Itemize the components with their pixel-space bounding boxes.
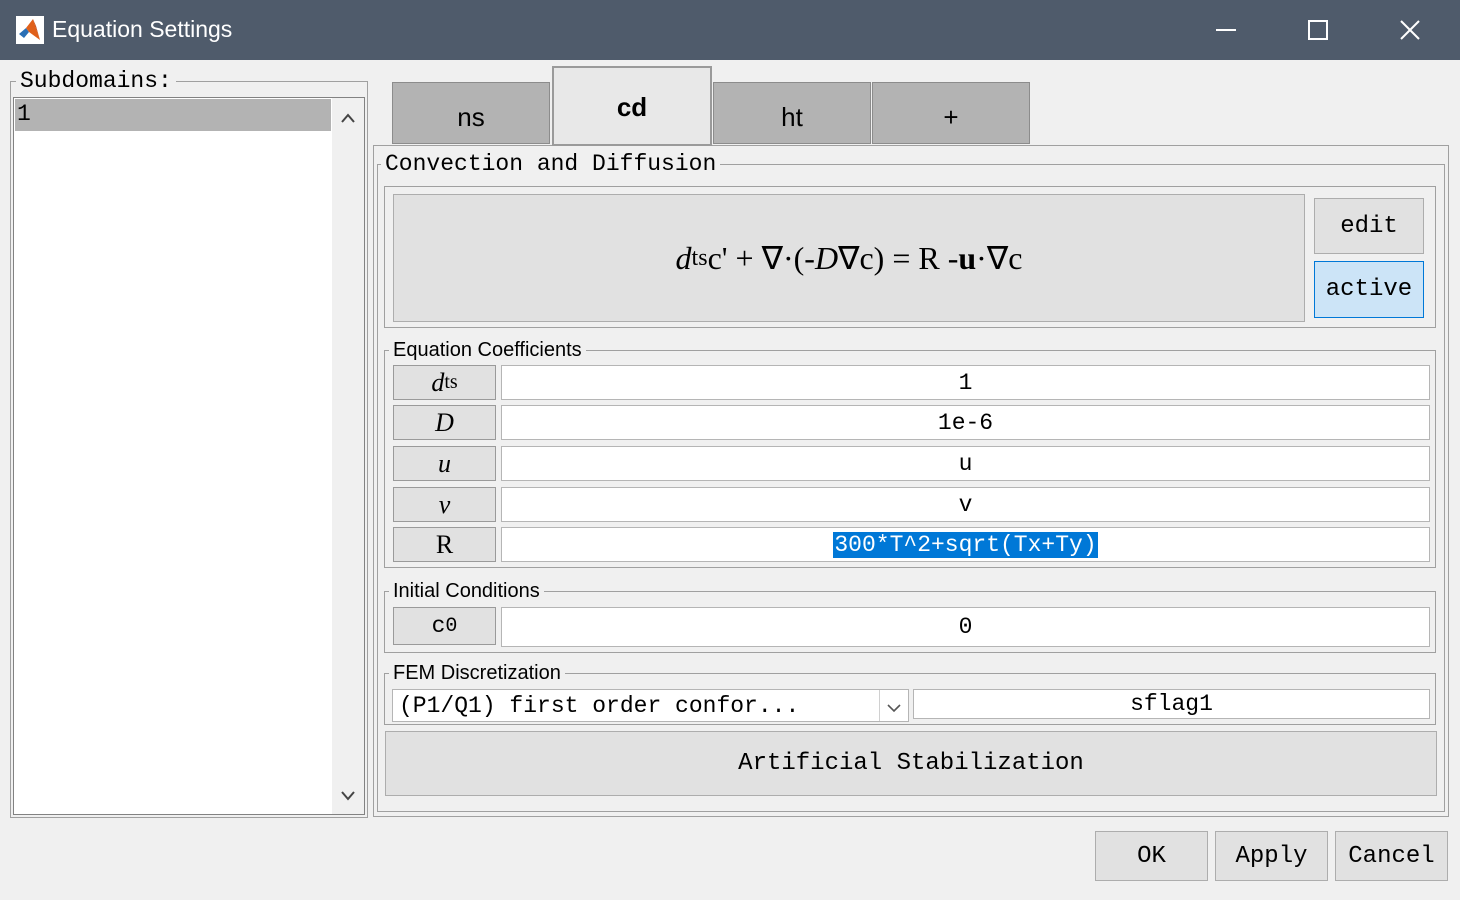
coef-subscript: ts — [444, 371, 458, 393]
coef-value: 1e-6 — [937, 409, 994, 436]
tab-cd[interactable]: cd — [552, 66, 712, 146]
maximize-icon — [1308, 20, 1328, 40]
eq-ts: ts — [691, 244, 708, 271]
stabilization-label: Artificial Stabilization — [738, 750, 1084, 777]
eq-nabla: ∇ — [838, 240, 860, 276]
initial-title: Initial Conditions — [389, 580, 544, 603]
maximize-button[interactable] — [1272, 0, 1364, 60]
initial-value: 0 — [958, 614, 973, 640]
initial-label-c0: c0 — [393, 607, 496, 645]
equation-display: d ts c' + ∇·(- D ∇ c) = R - u ·∇ c — [393, 194, 1305, 322]
fem-select[interactable]: (P1/Q1) first order confor... — [392, 689, 909, 722]
active-label: active — [1325, 276, 1413, 303]
scrollbar[interactable] — [332, 98, 364, 814]
coef-field-v[interactable]: v — [501, 487, 1430, 522]
window-title: Equation Settings — [52, 16, 233, 42]
fem-flag-value: sflag1 — [1130, 691, 1213, 717]
coef-symbol: c — [431, 613, 446, 639]
dropdown-button[interactable] — [879, 690, 908, 721]
subdomains-list[interactable]: 1 — [13, 97, 365, 815]
subdomains-label: Subdomains: — [16, 68, 176, 94]
ok-button[interactable]: OK — [1095, 831, 1208, 881]
coef-label-u: u — [393, 446, 496, 481]
title-bar: Equation Settings — [0, 0, 1460, 60]
panel-title: Convection and Diffusion — [381, 151, 721, 177]
coef-symbol: d — [431, 367, 445, 397]
coef-subscript: 0 — [445, 614, 458, 638]
chevron-down-icon[interactable] — [340, 790, 356, 802]
close-icon — [1400, 20, 1420, 40]
coef-field-D[interactable]: 1e-6 — [501, 405, 1430, 440]
matlab-icon — [16, 16, 44, 44]
minimize-button[interactable] — [1180, 0, 1272, 60]
coef-field-dts[interactable]: 1 — [501, 365, 1430, 400]
eq-part2: c) = R - — [859, 239, 959, 276]
coef-value: 1 — [958, 369, 973, 396]
tab-label: + — [943, 101, 959, 132]
coef-field-R[interactable]: 300*T^2+sqrt(Tx+Ty) — [501, 527, 1430, 562]
coef-symbol: u — [438, 448, 451, 478]
coef-value-selected: 300*T^2+sqrt(Tx+Ty) — [833, 531, 1098, 558]
fem-select-value: (P1/Q1) first order confor... — [399, 693, 800, 719]
apply-label: Apply — [1235, 842, 1308, 870]
coef-value: u — [958, 450, 973, 477]
eq-part1: c' + ∇·(- — [707, 240, 815, 276]
list-item[interactable]: 1 — [15, 99, 331, 131]
minimize-icon — [1216, 29, 1236, 31]
tab-ht[interactable]: ht — [713, 82, 871, 144]
ok-label: OK — [1137, 842, 1166, 870]
tab-ns[interactable]: ns — [392, 82, 550, 144]
coef-symbol: v — [438, 489, 451, 519]
tab-add[interactable]: + — [872, 82, 1030, 144]
tab-label: cd — [616, 92, 648, 122]
list-item-label: 1 — [17, 101, 31, 127]
eq-rest: ·∇ — [976, 240, 1009, 276]
coef-label-v: v — [393, 487, 496, 522]
close-button[interactable] — [1364, 0, 1456, 60]
apply-button[interactable]: Apply — [1215, 831, 1328, 881]
active-button[interactable]: active — [1314, 261, 1424, 318]
initial-field-c0[interactable]: 0 — [501, 607, 1430, 647]
eq-u: u — [958, 239, 977, 276]
coef-label-D: D — [393, 405, 496, 440]
coef-field-u[interactable]: u — [501, 446, 1430, 481]
edit-button[interactable]: edit — [1314, 198, 1424, 254]
fem-flag-field[interactable]: sflag1 — [913, 689, 1430, 719]
coef-symbol: R — [435, 529, 454, 559]
eq-d: d — [675, 239, 692, 276]
edit-label: edit — [1340, 212, 1398, 240]
cancel-label: Cancel — [1348, 842, 1435, 870]
coef-value: v — [958, 491, 973, 518]
artificial-stabilization-button[interactable]: Artificial Stabilization — [385, 731, 1437, 796]
cancel-button[interactable]: Cancel — [1335, 831, 1448, 881]
eq-c: c — [1008, 239, 1023, 276]
tab-label: ht — [781, 101, 803, 132]
coef-label-R: R — [393, 527, 496, 562]
chevron-down-icon — [887, 704, 901, 713]
coef-label-dts: d ts — [393, 365, 496, 400]
coefficients-title: Equation Coefficients — [389, 339, 586, 362]
eq-D: D — [814, 239, 839, 276]
coef-symbol: D — [435, 407, 454, 437]
fem-title: FEM Discretization — [389, 662, 565, 685]
tab-label: ns — [457, 101, 485, 132]
chevron-up-icon[interactable] — [340, 112, 356, 124]
